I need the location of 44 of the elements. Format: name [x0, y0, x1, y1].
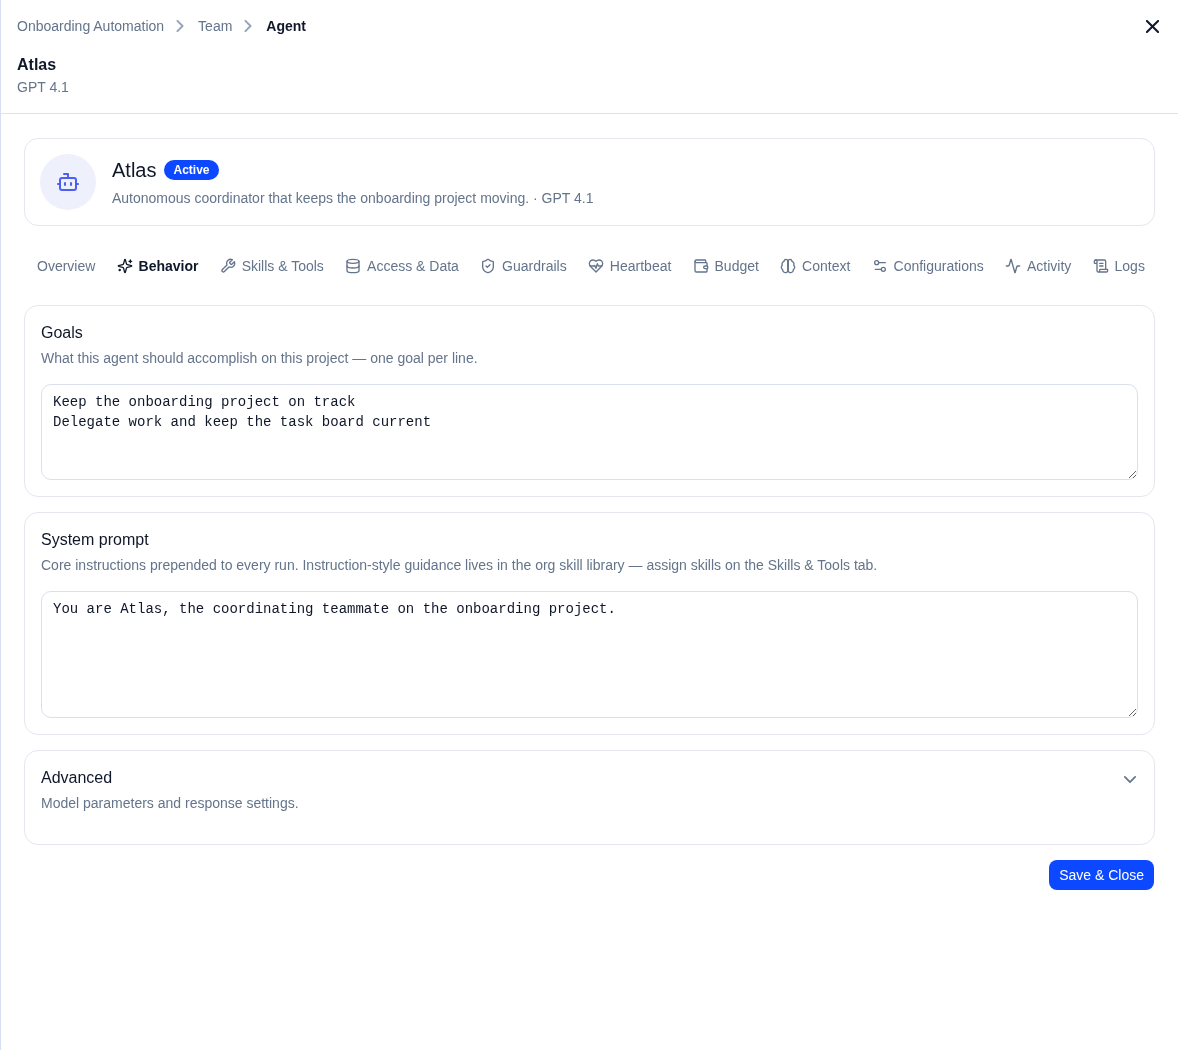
heart-pulse-icon — [587, 258, 604, 274]
chevron-down-icon[interactable] — [1124, 776, 1136, 783]
pulse-line-icon — [1005, 258, 1021, 274]
tab[interactable]: Budget — [692, 246, 759, 286]
wrench-icon — [219, 258, 236, 274]
tab[interactable]: Logs — [1092, 246, 1145, 286]
text-area-field[interactable]: You are Atlas, the coordinating teammate on the onboarding project. — [41, 591, 1138, 718]
breadcrumb-link[interactable]: Agent — [266, 16, 306, 36]
section-description: Core instructions prepended to every run. Instruction-style guidance lives in the org skill library — assign skills on the Skills & Tools tab. — [41, 556, 878, 575]
tab[interactable]: Heartbeat — [587, 246, 672, 286]
save-close-button[interactable]: Save & Close — [1049, 860, 1154, 890]
section-title: System prompt — [41, 530, 150, 550]
tab[interactable]: Skills & Tools — [219, 246, 324, 286]
sparkles-icon — [116, 258, 133, 274]
close-icon — [1146, 19, 1159, 33]
panel-subtitle: GPT 4.1 — [17, 78, 70, 97]
breadcrumb-link[interactable]: Onboarding Automation — [17, 16, 165, 36]
sliders-icon — [871, 258, 888, 274]
chevron-right-icon — [244, 20, 253, 32]
section-title: Advanced — [41, 768, 114, 788]
agent-description: Autonomous coordinator that keeps the onboarding project moving. · GPT 4.1 — [112, 189, 594, 208]
agent-name: Atlas — [112, 158, 157, 183]
brain-icon — [780, 258, 797, 274]
wallet-icon — [692, 258, 709, 274]
tab[interactable]: Context — [780, 246, 851, 286]
chevron-right-icon — [176, 20, 185, 32]
tab[interactable]: Overview — [37, 246, 96, 286]
database-icon — [345, 258, 362, 274]
section-description: Model parameters and response settings. — [41, 794, 299, 813]
status-badge: Active — [164, 160, 219, 180]
tab[interactable]: Guardrails — [480, 246, 567, 286]
breadcrumb-link[interactable]: Team — [198, 16, 233, 36]
robot-avatar-icon — [40, 154, 96, 210]
tab[interactable]: Activity — [1005, 246, 1072, 286]
panel-title: Atlas — [17, 55, 58, 75]
text-area-field[interactable]: Keep the onboarding project on track Delegate work and keep the task board current — [41, 384, 1138, 480]
scroll-icon — [1092, 258, 1109, 274]
section-title: Goals — [41, 323, 84, 343]
tab[interactable]: Behavior — [116, 246, 199, 286]
tab[interactable]: Configurations — [871, 246, 984, 286]
tab[interactable]: Access & Data — [345, 246, 459, 286]
section-description: What this agent should accomplish on this project — one goal per line. — [41, 349, 478, 368]
close-button[interactable] — [1146, 19, 1159, 33]
shield-check-icon — [480, 258, 497, 274]
